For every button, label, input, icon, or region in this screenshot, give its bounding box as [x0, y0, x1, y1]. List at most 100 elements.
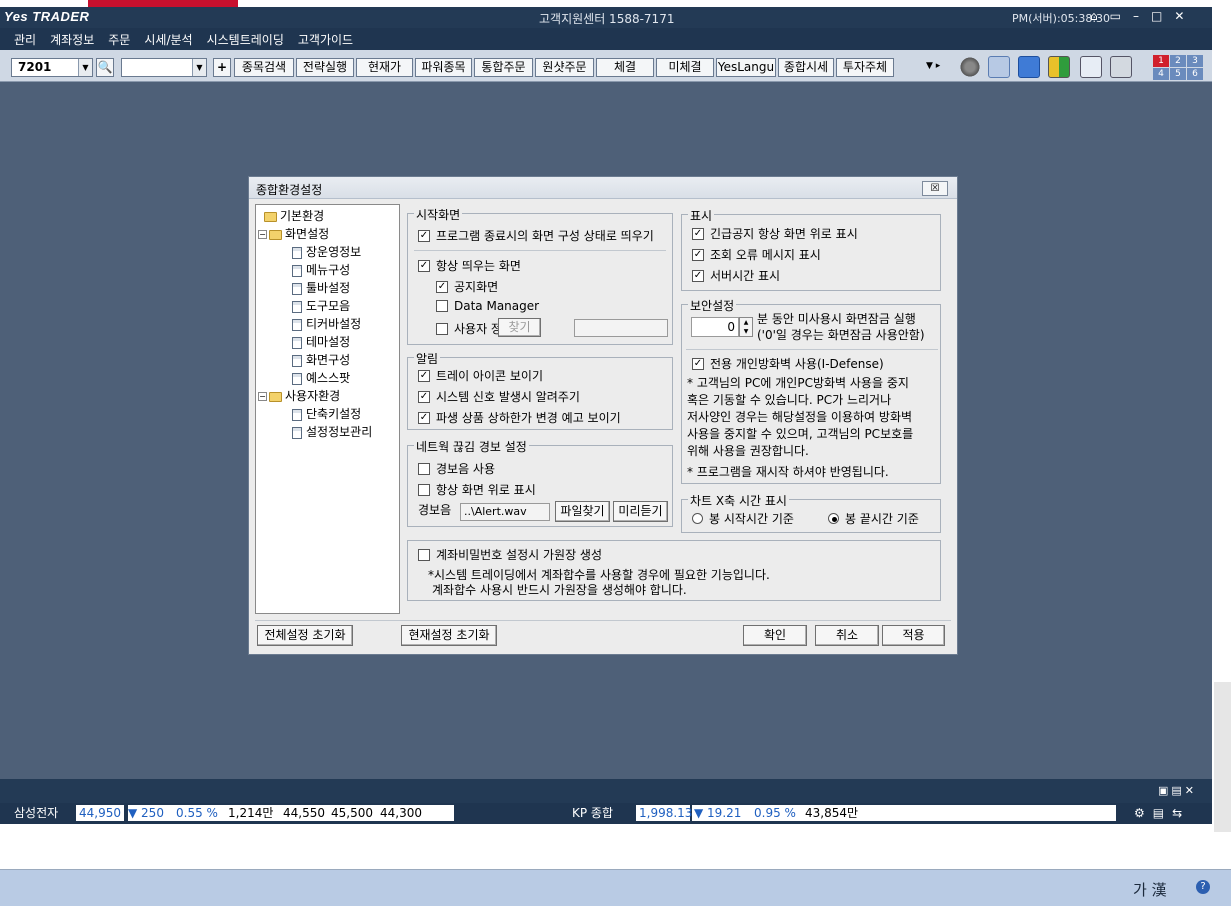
bar-start-time-radio[interactable]: 봉 시작시간 기준 — [692, 510, 794, 527]
tree-item-toolbar[interactable]: 툴바설정 — [292, 279, 350, 296]
tree-item-market-info[interactable]: 장운영정보 — [292, 243, 361, 260]
toolbar-btn-stock-search[interactable]: 종목검색 — [234, 58, 294, 77]
menu-item-manage[interactable]: 관리 — [14, 31, 36, 48]
user-defined-path-field[interactable] — [574, 319, 668, 337]
lock-minutes-spinner[interactable]: ▲ ▼ — [739, 317, 753, 337]
menu-item-market[interactable]: 시세/분석 — [144, 31, 192, 48]
notepad-icon[interactable] — [988, 56, 1010, 78]
firewall-checkbox[interactable]: ✓ 전용 개인방화벽 사용(I-Defense) — [692, 355, 884, 372]
toolbar-btn-investor[interactable]: 투자주체 — [836, 58, 894, 77]
toolbar-btn-market-overview[interactable]: 종합시세 — [778, 58, 834, 77]
query-error-checkbox[interactable]: ✓ 조회 오류 메시지 표시 — [692, 246, 821, 263]
stock-code-combo[interactable]: 7201 ▼ — [11, 58, 93, 77]
toolbar-btn-yeslanguage[interactable]: YesLangu — [716, 58, 776, 77]
main-toolbar: 7201 ▼ 🔍 ▼ + 종목검색 전략실행 현재가 파워종목 통합주문 원샷주문… — [0, 50, 1212, 82]
screen-num-1[interactable]: 1 — [1153, 55, 1169, 67]
tray-icon-checkbox[interactable]: ✓ 트레이 아이콘 보이기 — [418, 367, 543, 384]
bar-end-time-radio[interactable]: 봉 끝시간 기준 — [828, 510, 919, 527]
menu-item-account[interactable]: 계좌정보 — [50, 31, 94, 48]
data-manager-checkbox[interactable]: Data Manager — [436, 299, 539, 313]
toolbar-btn-power-stock[interactable]: 파워종목 — [415, 58, 472, 77]
help-icon[interactable]: ? — [1196, 880, 1210, 894]
search-icon[interactable]: 🔍 — [96, 58, 114, 77]
reset-current-button[interactable]: 현재설정 초기화 — [401, 625, 497, 646]
menu-item-order[interactable]: 주문 — [108, 31, 130, 48]
server-time-checkbox[interactable]: ✓ 서버시간 표시 — [692, 267, 780, 284]
ticker-index-name[interactable]: KP 종합 — [572, 805, 613, 821]
window-icon[interactable] — [1080, 56, 1102, 78]
tree-item-layout[interactable]: 화면구성 — [292, 351, 350, 368]
tree-item-screen[interactable]: − 화면설정 — [258, 225, 329, 242]
layout-icon[interactable] — [1048, 56, 1070, 78]
tree-item-basic[interactable]: 기본환경 — [264, 207, 324, 224]
menu-item-system-trading[interactable]: 시스템트레이딩 — [207, 31, 284, 48]
tree-item-menu[interactable]: 메뉴구성 — [292, 261, 350, 278]
menu-item-guide[interactable]: 고객가이드 — [298, 31, 353, 48]
ime-indicator[interactable]: 가 漢 — [1133, 879, 1167, 900]
status-controls[interactable]: ▣▤✕ — [1158, 784, 1197, 797]
toolbar-btn-unexecuted[interactable]: 미체결 — [656, 58, 714, 77]
dialog-close-button[interactable]: ☒ — [922, 181, 948, 196]
apply-button[interactable]: 적용 — [882, 625, 945, 646]
toolbar-btn-oneshot-order[interactable]: 원샷주문 — [535, 58, 594, 77]
stock-name-combo[interactable]: ▼ — [121, 58, 207, 77]
system-signal-checkbox[interactable]: ✓ 시스템 신호 발생시 알려주기 — [418, 388, 580, 405]
tree-item-config-manage[interactable]: 설정정보관리 — [292, 423, 372, 440]
minimize-icon[interactable]: – — [1133, 9, 1139, 23]
toolbar-btn-unified-order[interactable]: 통합주문 — [474, 58, 533, 77]
chevron-down-icon[interactable]: ▼ — [192, 59, 206, 76]
start-screen-group-label: 시작화면 — [414, 206, 463, 223]
maximize-icon[interactable]: □ — [1151, 9, 1162, 23]
document-icon — [292, 426, 302, 439]
collapse-icon[interactable]: − — [258, 392, 267, 401]
always-screen-checkbox[interactable]: ✓ 항상 띄우는 화면 — [418, 257, 521, 274]
notice-screen-checkbox[interactable]: ✓ 공지화면 — [436, 278, 498, 295]
toolbar-dropdown-icon[interactable]: ▼ ▸ — [926, 61, 940, 71]
ticker-stock-name[interactable]: 삼성전자 — [14, 805, 58, 821]
chevron-down-icon[interactable]: ▼ — [78, 59, 92, 76]
use-alarm-checkbox[interactable]: 경보음 사용 — [418, 460, 495, 477]
document-icon — [292, 264, 302, 277]
settings-gear-icon[interactable] — [959, 56, 981, 78]
find-button[interactable]: 찾기 — [498, 318, 541, 337]
ok-button[interactable]: 확인 — [743, 625, 807, 646]
cancel-button[interactable]: 취소 — [815, 625, 879, 646]
toolbar-btn-executed[interactable]: 체결 — [596, 58, 654, 77]
restore-layout-checkbox[interactable]: ✓ 프로그램 종료시의 화면 구성 상태로 띄우기 — [418, 227, 654, 244]
tree-item-theme[interactable]: 테마설정 — [292, 333, 350, 350]
urgent-notice-checkbox[interactable]: ✓ 긴급공지 항상 화면 위로 표시 — [692, 225, 858, 242]
ticker-controls[interactable]: ⚙▤⇆ — [1134, 805, 1190, 821]
alarm-on-top-checkbox[interactable]: 항상 화면 위로 표시 — [418, 481, 536, 498]
home-icon[interactable]: ⌂ — [1090, 9, 1098, 23]
security-note-5: 위해 사용을 권장합니다. — [687, 444, 809, 458]
close-icon[interactable]: ✕ — [1174, 9, 1184, 23]
screen-num-3[interactable]: 3 — [1187, 55, 1203, 67]
document-icon — [292, 300, 302, 313]
tree-item-tools[interactable]: 도구모음 — [292, 297, 350, 314]
status-bar-top: ▣▤✕ — [0, 779, 1212, 803]
monitor-icon[interactable]: ▭ — [1110, 9, 1121, 23]
alarm-sound-file-field[interactable]: ..\Alert.wav — [460, 503, 550, 521]
screen-num-6[interactable]: 6 — [1187, 68, 1203, 80]
screen-num-4[interactable]: 4 — [1153, 68, 1169, 80]
screen-num-5[interactable]: 5 — [1170, 68, 1186, 80]
toolbar-btn-current-price[interactable]: 현재가 — [356, 58, 413, 77]
printer-icon[interactable] — [1110, 56, 1132, 78]
monitor-icon[interactable] — [1018, 56, 1040, 78]
lock-minutes-field[interactable]: 0 — [691, 317, 739, 337]
divider — [255, 620, 951, 621]
screen-num-2[interactable]: 2 — [1170, 55, 1186, 67]
tree-item-yesspot[interactable]: 예스스팟 — [292, 369, 350, 386]
tree-item-user-env[interactable]: − 사용자환경 — [258, 387, 340, 404]
preview-sound-button[interactable]: 미리듣기 — [613, 501, 668, 522]
add-icon[interactable]: + — [213, 58, 231, 77]
find-file-button[interactable]: 파일찾기 — [555, 501, 610, 522]
toolbar-btn-strategy[interactable]: 전략실행 — [296, 58, 354, 77]
alarm-sound-label: 경보음 — [418, 503, 452, 517]
collapse-icon[interactable]: − — [258, 230, 267, 239]
tree-item-ticker[interactable]: 티커바설정 — [292, 315, 361, 332]
derivative-limit-checkbox[interactable]: ✓ 파생 상품 상하한가 변경 예고 보이기 — [418, 409, 621, 426]
reset-all-button[interactable]: 전체설정 초기화 — [257, 625, 353, 646]
account-ledger-checkbox[interactable]: 계좌비밀번호 설정시 가원장 생성 — [418, 546, 602, 563]
tree-item-shortcut[interactable]: 단축키설정 — [292, 405, 361, 422]
